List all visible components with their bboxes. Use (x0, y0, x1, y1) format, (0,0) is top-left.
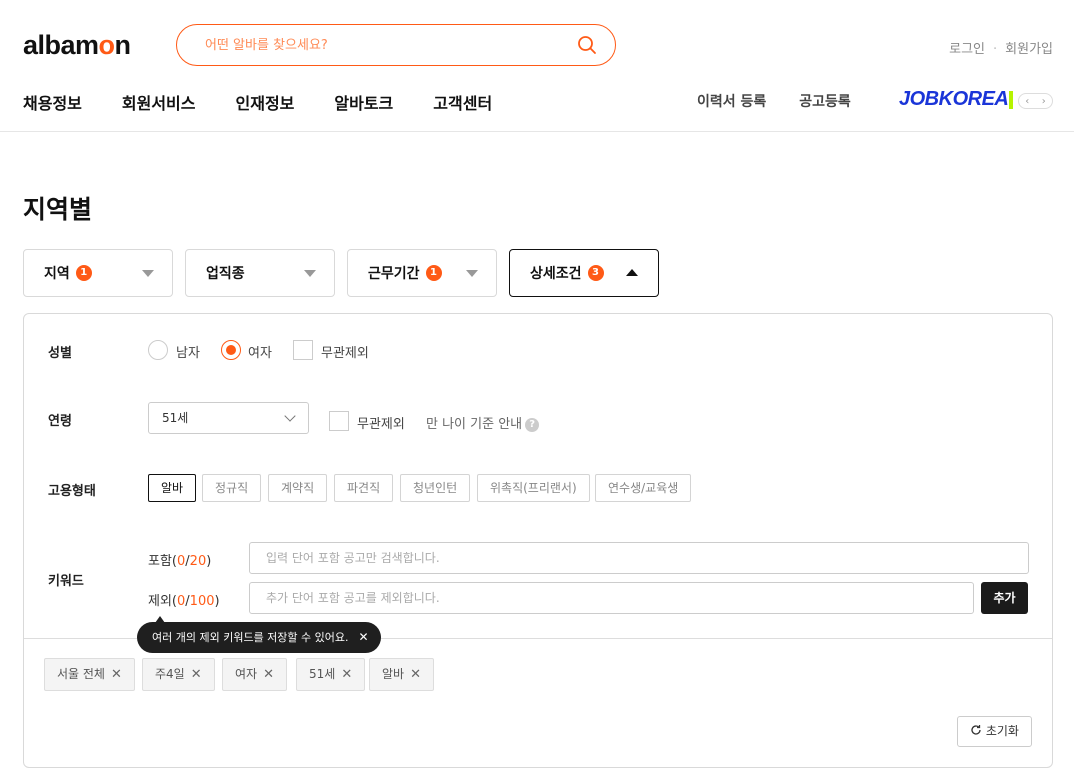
age-no-matter-label[interactable]: 무관제외 (357, 413, 405, 432)
job-post-register-link[interactable]: 공고등록 (799, 91, 851, 111)
utility-links: 로그인 · 회원가입 (949, 42, 1053, 57)
count-badge: 1 (425, 265, 442, 281)
employment-chip-fulltime[interactable]: 정규직 (202, 474, 262, 502)
exclude-keyword-tooltip: 여러 개의 제외 키워드를 저장할 수 있어요. ✕ (137, 616, 381, 653)
age-label: 연령 (48, 414, 72, 429)
caret-down-icon (466, 270, 478, 277)
search-icon[interactable] (577, 35, 597, 55)
add-keyword-button[interactable]: 추가 (981, 582, 1028, 614)
remove-tag-icon[interactable]: ✕ (111, 667, 122, 682)
filter-tab-region[interactable]: 지역 1 (23, 249, 173, 297)
reset-button[interactable]: 초기화 (957, 716, 1032, 747)
prev-arrow-icon[interactable]: ‹ (1025, 96, 1029, 107)
detail-conditions-panel: 성별 남자 여자 무관제외 연령 51세 무관제외 만 나이 기준 안내? 고용… (23, 313, 1053, 768)
banner-pager: ‹ › (1018, 93, 1053, 109)
employment-type-label: 고용형태 (48, 484, 96, 499)
gender-female-label[interactable]: 여자 (248, 342, 272, 361)
employment-chip-freelancer[interactable]: 위촉직(프리랜서) (477, 474, 590, 502)
employment-chip-trainee[interactable]: 연수생/교육생 (595, 474, 692, 502)
close-icon[interactable]: ✕ (359, 630, 369, 644)
gender-female-radio[interactable] (221, 340, 241, 360)
right-nav: 이력서 등록 공고등록 (697, 91, 884, 111)
selected-tag: 여자 ✕ (222, 658, 287, 691)
remove-tag-icon[interactable]: ✕ (410, 667, 421, 682)
gender-no-matter-checkbox[interactable] (293, 340, 313, 360)
employment-chip-youth-intern[interactable]: 청년인턴 (400, 474, 471, 502)
gender-label: 성별 (48, 346, 72, 361)
remove-tag-icon[interactable]: ✕ (191, 667, 202, 682)
count-badge: 3 (587, 265, 604, 281)
include-keyword-label: 포함(0/20) (148, 554, 212, 569)
remove-tag-icon[interactable]: ✕ (263, 667, 274, 682)
resume-register-link[interactable]: 이력서 등록 (697, 91, 766, 111)
remove-tag-icon[interactable]: ✕ (341, 667, 352, 682)
nav-item-jobs[interactable]: 채용정보 (23, 90, 82, 114)
nav-item-talent[interactable]: 인재정보 (236, 90, 295, 114)
global-nav: 채용정보 회원서비스 인재정보 알바토크 고객센터 (23, 90, 532, 114)
next-arrow-icon[interactable]: › (1042, 96, 1046, 107)
search-bar[interactable] (176, 24, 616, 66)
employment-chip-parttime[interactable]: 알바 (148, 474, 197, 502)
age-select[interactable]: 51세 (148, 402, 309, 434)
nav-item-member-services[interactable]: 회원서비스 (122, 90, 196, 114)
caret-down-icon (142, 270, 154, 277)
albamon-logo[interactable]: albamon (23, 30, 131, 60)
chevron-down-icon (284, 410, 296, 422)
keyword-label: 키워드 (48, 574, 84, 589)
nav-item-customer-center[interactable]: 고객센터 (433, 90, 492, 114)
selected-tag: 51세 ✕ (296, 658, 366, 691)
caret-up-icon (626, 269, 638, 276)
info-icon: ? (525, 417, 540, 432)
count-badge: 1 (75, 265, 92, 281)
selected-tag: 서울 전체 ✕ (44, 658, 135, 691)
nav-item-albatalk[interactable]: 알바토크 (334, 90, 393, 114)
page-title: 지역별 (23, 195, 93, 224)
caret-down-icon (304, 270, 316, 277)
gender-male-radio[interactable] (148, 340, 168, 360)
search-input[interactable] (205, 35, 565, 55)
include-keyword-input[interactable] (249, 542, 1029, 574)
selected-tag: 알바 ✕ (369, 658, 434, 691)
employment-chip-contract[interactable]: 계약직 (268, 474, 328, 502)
filter-tab-work-period[interactable]: 근무기간 1 (347, 249, 497, 297)
filter-tab-detail-conditions[interactable]: 상세조건 3 (509, 249, 659, 297)
selected-tag: 주4일 ✕ (142, 658, 215, 691)
employment-chip-dispatch[interactable]: 파견직 (334, 474, 394, 502)
exclude-keyword-input[interactable] (249, 582, 974, 614)
signup-link[interactable]: 회원가입 (1005, 42, 1053, 57)
gender-no-matter-label[interactable]: 무관제외 (321, 342, 369, 361)
age-no-matter-checkbox[interactable] (329, 411, 349, 431)
jobkorea-banner[interactable]: JOBKOREA (899, 88, 1014, 111)
age-guide-link[interactable]: 만 나이 기준 안내? (426, 413, 540, 432)
gender-male-label[interactable]: 남자 (176, 342, 200, 361)
header-divider (0, 131, 1074, 132)
exclude-keyword-label: 제외(0/100) (148, 594, 220, 609)
login-link[interactable]: 로그인 (949, 42, 985, 57)
filter-tab-industry[interactable]: 업직종 (185, 249, 335, 297)
refresh-icon (971, 725, 981, 735)
